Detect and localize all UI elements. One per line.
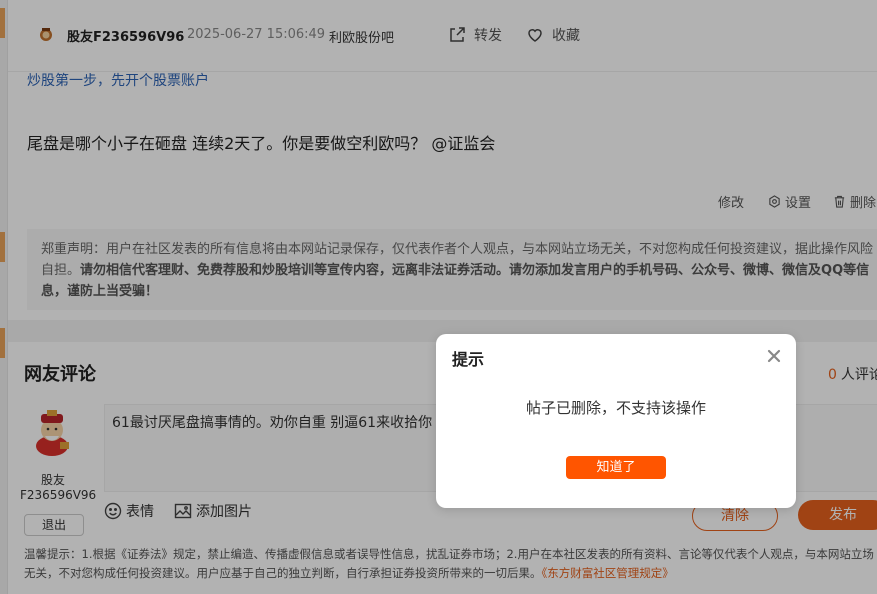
alert-dialog: 提示 帖子已删除，不支持该操作 知道了 <box>436 334 796 508</box>
dialog-title: 提示 <box>452 350 485 369</box>
close-icon[interactable] <box>766 348 782 364</box>
ok-button[interactable]: 知道了 <box>566 456 666 479</box>
dialog-message: 帖子已删除，不支持该操作 <box>525 399 706 417</box>
